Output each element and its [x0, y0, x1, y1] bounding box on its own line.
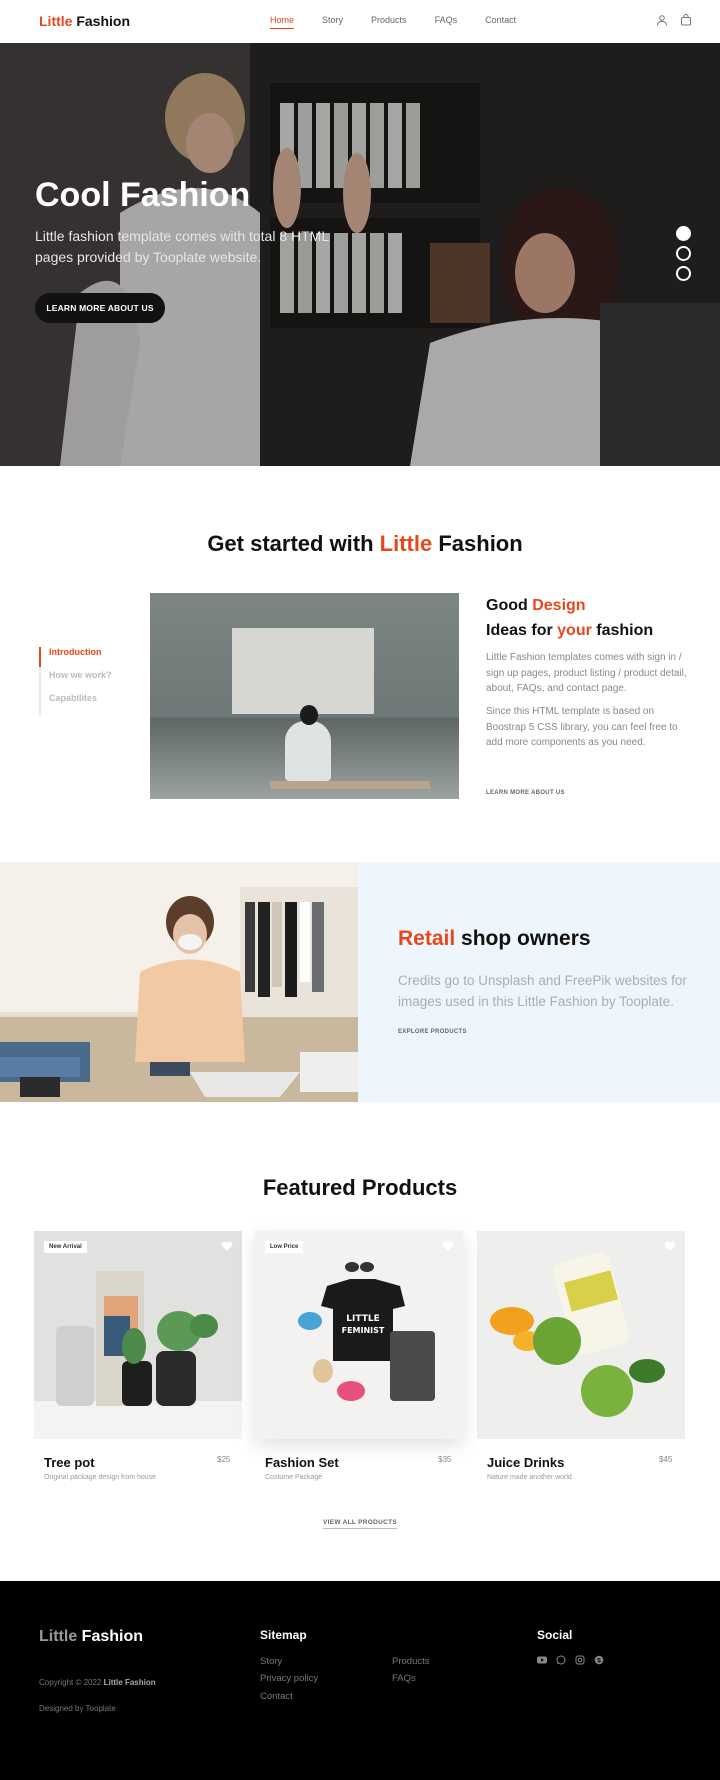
retail-paragraph: Credits go to Unsplash and FreePik websi…: [398, 973, 687, 1009]
nav-link-contact[interactable]: Contact: [485, 15, 516, 25]
footer-social-title: Social: [537, 1628, 573, 1642]
nav-link-faqs[interactable]: FAQs: [435, 15, 458, 25]
hero-title: Cool Fashion: [35, 176, 251, 214]
fashion-set-illustration: LITTLE FEMINIST: [255, 1231, 463, 1439]
nav-link-story[interactable]: Story: [322, 15, 343, 25]
good-design-heading: Good Design Ideas for your fashion: [486, 593, 653, 643]
footer-link-products[interactable]: Products: [392, 1656, 430, 1667]
good-design-line-2: Ideas for your fashion: [486, 618, 653, 643]
bag-icon[interactable]: [680, 14, 692, 26]
slide-indicator-2[interactable]: [676, 246, 691, 261]
retail-title-rest: shop owners: [455, 927, 591, 950]
navbar: Little Fashion Home Story Products FAQs …: [0, 0, 720, 43]
intro-paragraph-1: Little Fashion templates comes with sign…: [486, 652, 687, 694]
hero-subtitle: Little fashion template comes with total…: [35, 228, 329, 265]
intro-learn-more-link[interactable]: LEARN MORE ABOUT US: [486, 790, 565, 796]
intro-image-screen: [232, 628, 374, 714]
featured-products-title: Featured Products: [262, 1175, 458, 1200]
good-design-line2-accent: your: [557, 622, 592, 639]
good-design-line2-end: fashion: [591, 622, 654, 639]
youtube-icon[interactable]: [537, 1655, 547, 1665]
get-started-title: Get started with Little Fashion: [0, 531, 720, 557]
footer-copyright: Copyright © 2022 Little Fashion: [39, 1678, 156, 1687]
get-started-title-end: Fashion: [432, 531, 523, 556]
heart-icon[interactable]: [221, 1240, 233, 1252]
intro-image-head: [300, 705, 318, 725]
intro-image-bench: [270, 781, 430, 789]
svg-text:LITTLE: LITTLE: [346, 1314, 379, 1324]
low-price-badge: Low Price: [265, 1241, 304, 1253]
product-card-image-tree-pot[interactable]: New Arrival: [34, 1231, 242, 1439]
tree-pot-illustration: [34, 1231, 242, 1439]
svg-text:S: S: [597, 1657, 601, 1664]
retail-title: Retail shop owners: [398, 927, 591, 951]
footer-copyright-brand: Little Fashion: [103, 1678, 156, 1687]
good-design-line2-start: Ideas for: [486, 622, 558, 639]
view-all-products-link[interactable]: VIEW ALL PRODUCTS: [0, 1519, 720, 1529]
product-price-tree-pot: $25: [217, 1455, 231, 1464]
good-design-line1-accent: Design: [532, 597, 586, 614]
footer-sitemap-title: Sitemap: [260, 1628, 307, 1642]
product-name-fashion-set[interactable]: Fashion Set: [265, 1455, 339, 1470]
footer-link-story[interactable]: Story: [260, 1656, 282, 1667]
get-started-title-start: Get started with: [207, 531, 380, 556]
intro-paragraph-2: Since this HTML template is based on Boo…: [486, 706, 678, 748]
product-desc-fashion-set: Costume Package: [265, 1474, 323, 1481]
tab-introduction[interactable]: Introduction: [49, 647, 112, 670]
product-desc-tree-pot: Original package design from house: [44, 1474, 157, 1481]
new-arrival-badge: New Arrival: [44, 1241, 87, 1253]
user-icon[interactable]: [656, 14, 668, 26]
active-tab-indicator: [39, 647, 41, 667]
retail-title-accent: Retail: [398, 927, 456, 950]
product-price-fashion-set: $35: [438, 1455, 452, 1464]
brand-logo[interactable]: Little Fashion: [39, 13, 130, 29]
product-name-tree-pot[interactable]: Tree pot: [44, 1455, 95, 1470]
good-design-line1-start: Good: [486, 597, 533, 614]
tab-how-we-work[interactable]: How we work?: [49, 670, 112, 693]
footer-designed-by[interactable]: Designed by Tooplate: [39, 1704, 116, 1713]
product-desc-juice-drinks: Nature made another world: [487, 1474, 572, 1481]
nav-link-home[interactable]: Home: [270, 15, 295, 29]
heart-icon[interactable]: [664, 1240, 676, 1252]
instagram-icon[interactable]: [575, 1655, 585, 1665]
tab-capabilities[interactable]: Capabilites: [49, 693, 112, 716]
product-card-image-juice-drinks[interactable]: [477, 1231, 685, 1439]
retail-image-illustration: [0, 862, 358, 1102]
footer-brand-rest: Fashion: [77, 1628, 143, 1645]
good-design-line-1: Good Design: [486, 593, 653, 618]
footer-brand[interactable]: Little Fashion: [39, 1628, 143, 1646]
nav-links: Home Story Products FAQs Contact: [270, 15, 544, 29]
juice-drinks-illustration: [477, 1231, 685, 1439]
brand-rest: Fashion: [72, 13, 131, 29]
whatsapp-icon[interactable]: [556, 1655, 566, 1665]
intro-image-person: [285, 721, 331, 781]
brand-accent: Little: [39, 13, 73, 29]
nav-link-products[interactable]: Products: [371, 15, 407, 25]
footer-link-privacy-policy[interactable]: Privacy policy: [260, 1673, 318, 1684]
footer-link-contact[interactable]: Contact: [260, 1691, 293, 1702]
hero-section: Cool Fashion Little fashion template com…: [0, 43, 720, 466]
hero-learn-more-button[interactable]: LEARN MORE ABOUT US: [35, 293, 165, 323]
slide-indicator-3[interactable]: [676, 266, 691, 281]
skype-icon[interactable]: S: [594, 1655, 604, 1665]
nav-icons: [656, 14, 692, 26]
slide-indicator-1[interactable]: [676, 226, 691, 241]
explore-products-link[interactable]: EXPLORE PRODUCTS: [398, 1029, 467, 1035]
vertical-tabs: Introduction How we work? Capabilites: [39, 647, 112, 716]
footer-link-faqs[interactable]: FAQs: [392, 1673, 416, 1684]
footer-copyright-text: Copyright © 2022: [39, 1678, 104, 1687]
product-price-juice-drinks: $45: [659, 1455, 673, 1464]
product-card-image-fashion-set[interactable]: LITTLE FEMINIST Low Price: [255, 1231, 463, 1439]
footer-brand-grey: Little: [39, 1628, 78, 1645]
heart-icon[interactable]: [442, 1240, 454, 1252]
get-started-title-accent: Little: [379, 531, 433, 556]
product-name-juice-drinks[interactable]: Juice Drinks: [487, 1455, 564, 1470]
retail-image: [0, 862, 358, 1102]
intro-image: [150, 593, 459, 799]
svg-text:FEMINIST: FEMINIST: [342, 1326, 385, 1335]
view-all-products-label: VIEW ALL PRODUCTS: [322, 1519, 398, 1529]
